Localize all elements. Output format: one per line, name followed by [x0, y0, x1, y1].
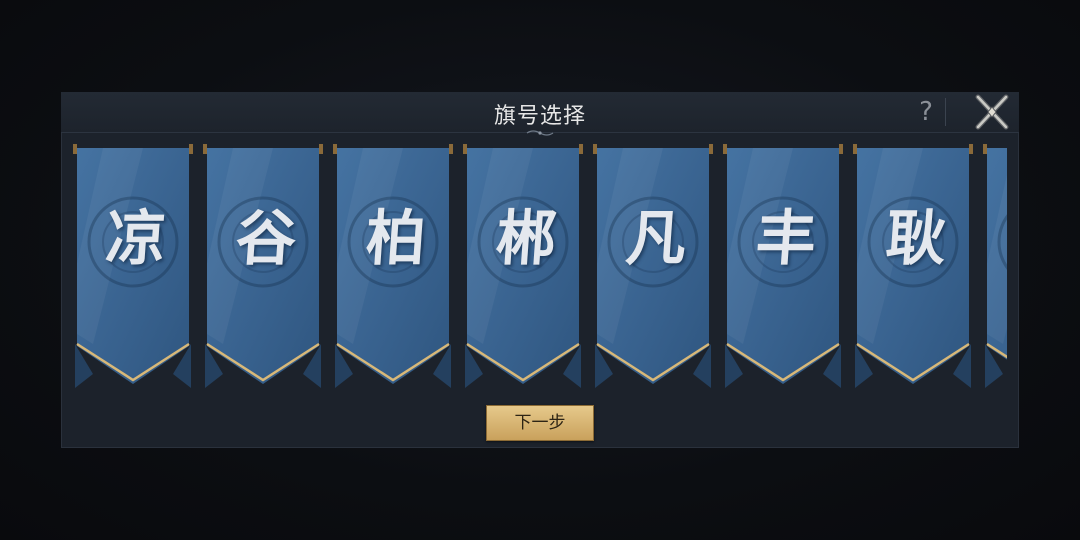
flag-banner-partial[interactable] [983, 144, 1007, 392]
banner-list: 凉 谷 柏 郴 凡 丰 耿 [73, 144, 1007, 396]
crossed-swords-close-icon [975, 94, 1009, 130]
banner-character: 凉 [103, 204, 169, 274]
flag-banner[interactable]: 耿 [853, 144, 979, 392]
flag-banner[interactable]: 柏 [333, 144, 459, 392]
banner-character: 谷 [233, 204, 299, 274]
dialog-title: 旗号选择 [493, 104, 586, 129]
help-button[interactable]: ? [913, 96, 939, 128]
flag-banner[interactable]: 郴 [463, 144, 589, 392]
close-button[interactable] [973, 94, 1011, 130]
dialog-titlebar: 旗号选择 ? [61, 92, 1019, 136]
banner-character: 耿 [883, 204, 949, 274]
flag-banner[interactable]: 丰 [723, 144, 849, 392]
banner-character: 郴 [493, 204, 559, 274]
next-step-button[interactable]: 下一步 [486, 405, 594, 441]
flag-selection-dialog: 旗号选择 ? 凉 谷 柏 郴 凡 丰 耿 下一步 [61, 92, 1019, 448]
banner-cloth-icon [983, 144, 1007, 388]
flag-banner[interactable]: 谷 [203, 144, 329, 392]
titlebar-divider [945, 98, 946, 126]
flag-banner[interactable]: 凉 [73, 144, 199, 392]
banner-character: 凡 [623, 204, 689, 274]
banner-character: 丰 [753, 204, 819, 274]
title-ornament-icon [526, 130, 554, 136]
game-screen: 旗号选择 ? 凉 谷 柏 郴 凡 丰 耿 下一步 [0, 0, 1080, 540]
banner-character: 柏 [363, 204, 429, 274]
flag-banner[interactable]: 凡 [593, 144, 719, 392]
